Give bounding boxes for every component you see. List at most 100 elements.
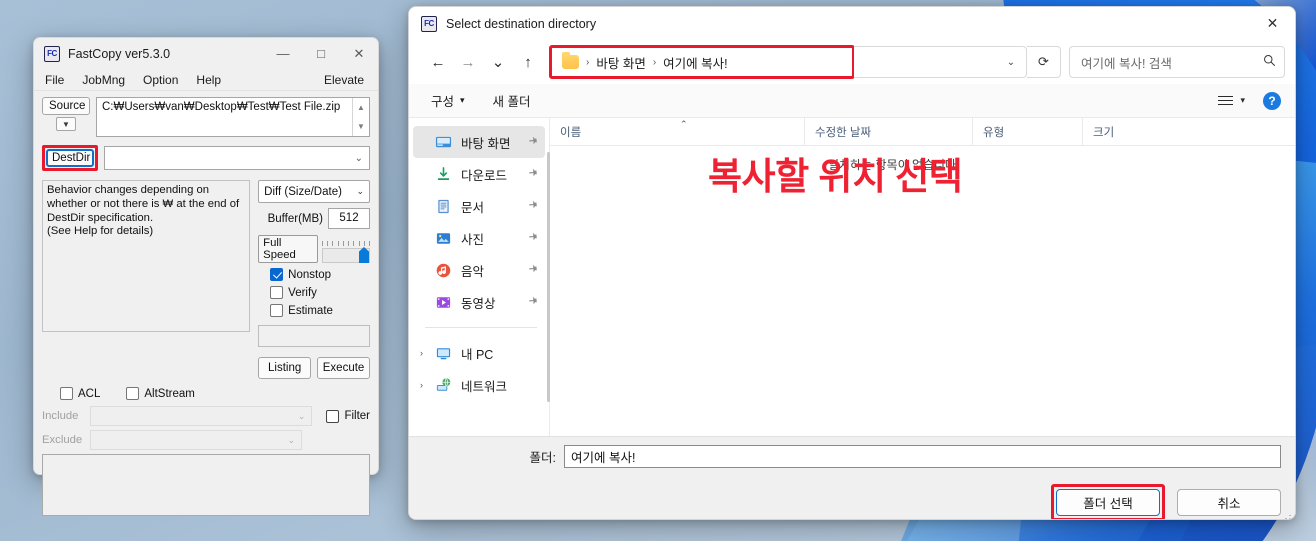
checkbox-box[interactable] — [270, 304, 284, 317]
log-output-area[interactable] — [42, 454, 370, 516]
chevron-right-icon[interactable]: › — [420, 380, 423, 390]
pin-icon[interactable] — [523, 261, 540, 279]
search-input[interactable]: 여기에 복사! 검색 — [1069, 46, 1285, 78]
nonstop-checkbox[interactable]: Nonstop — [270, 268, 370, 281]
pin-icon[interactable] — [523, 293, 540, 311]
view-options-button[interactable]: ▾ — [1212, 91, 1251, 110]
filter-checkbox[interactable]: Filter — [326, 409, 370, 423]
back-button[interactable]: ← — [423, 47, 453, 77]
pin-icon[interactable] — [523, 197, 540, 215]
sidebar-divider — [425, 327, 537, 328]
exclude-input[interactable]: ⌄ — [90, 430, 302, 450]
close-icon[interactable]: ✕ — [1250, 7, 1295, 40]
source-dropdown-caret-icon[interactable]: ▼ — [56, 117, 76, 131]
checkbox-box[interactable] — [270, 286, 284, 299]
menu-option[interactable]: Option — [134, 71, 187, 89]
verify-label: Verify — [288, 286, 317, 299]
altstream-checkbox[interactable]: AltStream — [126, 387, 195, 400]
listing-button[interactable]: Listing — [258, 357, 312, 379]
destdir-help-note: Behavior changes depending on whether or… — [42, 180, 251, 332]
resize-grip[interactable] — [1280, 515, 1291, 519]
search-placeholder: 여기에 복사! 검색 — [1081, 56, 1172, 71]
chevron-down-icon[interactable]: ⌄ — [996, 57, 1026, 68]
fastcopy-window: FC FastCopy ver5.3.0 — □ ✕ File JobMng O… — [33, 37, 379, 516]
acl-checkbox[interactable]: ACL — [60, 387, 100, 400]
sidebar-item-music[interactable]: 음악 — [413, 254, 545, 286]
navigation-bar: ← → ⌄ ↑ › 바탕 화면 › 여기에 복사! ⌄ ⟳ 여기에 복사! 검색 — [409, 40, 1295, 84]
column-header-date[interactable]: 수정한 날짜 — [804, 118, 972, 145]
source-scroll-spinner[interactable]: ▲ ▼ — [352, 98, 369, 136]
destdir-input[interactable]: ⌄ — [104, 146, 370, 170]
checkbox-box[interactable] — [60, 387, 73, 400]
breadcrumb[interactable]: › 바탕 화면 › 여기에 복사! — [552, 48, 852, 76]
recent-locations-button[interactable]: ⌄ — [483, 47, 513, 77]
help-icon[interactable]: ? — [1263, 91, 1281, 110]
select-folder-button[interactable]: 폴더 선택 — [1056, 489, 1160, 516]
sidebar-item-label: 문서 — [461, 200, 485, 215]
spinner-down-icon[interactable]: ▼ — [353, 117, 369, 136]
sidebar-item-pictures[interactable]: 사진 — [413, 222, 545, 254]
destdir-caret-icon[interactable]: ⌄ — [355, 153, 363, 164]
verify-checkbox[interactable]: Verify — [270, 286, 370, 299]
breadcrumb-part-current[interactable]: 여기에 복사! — [663, 53, 727, 72]
source-path-input[interactable]: C:₩Users₩van₩Desktop₩Test₩Test File.zip … — [96, 97, 370, 137]
maximize-button[interactable]: □ — [302, 38, 340, 69]
chevron-right-icon[interactable]: › — [420, 348, 423, 358]
sidebar-item-network[interactable]: › 네트워크 — [413, 369, 545, 401]
copy-mode-select[interactable]: Diff (Size/Date) ⌄ — [258, 180, 370, 203]
sidebar-item-label: 사진 — [461, 232, 485, 247]
column-header-size[interactable]: 크기 — [1082, 118, 1160, 145]
up-button[interactable]: ↑ — [513, 47, 543, 77]
elevate-button[interactable]: Elevate — [312, 71, 376, 89]
chevron-down-icon: ⌄ — [287, 434, 295, 445]
column-header-name[interactable]: 이름 — [550, 118, 804, 145]
menu-jobmng[interactable]: JobMng — [73, 71, 134, 89]
checkbox-box[interactable] — [270, 268, 284, 281]
pin-icon[interactable] — [523, 133, 540, 151]
speed-slider[interactable] — [322, 241, 370, 263]
documents-icon — [435, 198, 452, 215]
speed-row: Full Speed — [258, 235, 370, 263]
file-list-pane: 이름 수정한 날짜 유형 크기 ⌃ 일치하는 항목이 없습니다. 복사할 위치 … — [550, 118, 1295, 436]
organize-menu-button[interactable]: 구성 ▾ — [423, 87, 473, 114]
refresh-icon[interactable]: ⟳ — [1027, 46, 1061, 78]
pin-icon[interactable] — [523, 229, 540, 247]
status-input[interactable] — [258, 325, 370, 347]
sidebar-item-videos[interactable]: 동영상 — [413, 286, 545, 318]
sidebar-item-desktop[interactable]: 바탕 화면 — [413, 126, 545, 158]
downloads-icon — [435, 166, 452, 183]
sidebar-item-label: 음악 — [461, 264, 485, 279]
spinner-up-icon[interactable]: ▲ — [353, 98, 369, 117]
sidebar-item-label: 다운로드 — [461, 168, 508, 183]
estimate-checkbox[interactable]: Estimate — [270, 304, 370, 317]
buffer-input[interactable]: 512 — [328, 208, 370, 229]
forward-button[interactable]: → — [453, 47, 483, 77]
cancel-button[interactable]: 취소 — [1177, 489, 1281, 516]
destdir-button[interactable]: DestDir — [46, 149, 94, 167]
checkbox-box[interactable] — [326, 409, 340, 423]
full-speed-button[interactable]: Full Speed — [258, 235, 319, 263]
acl-row: ACL AltStream — [42, 387, 370, 400]
breadcrumb-part-desktop[interactable]: 바탕 화면 — [596, 53, 645, 72]
menu-help[interactable]: Help — [187, 71, 230, 89]
address-bar-tail[interactable]: ⌄ — [854, 46, 1027, 78]
execute-button[interactable]: Execute — [317, 357, 371, 379]
sidebar-item-downloads[interactable]: 다운로드 — [413, 158, 545, 190]
include-row: Include ⌄ Filter — [42, 406, 370, 426]
column-label: 이름 — [560, 126, 582, 139]
column-header-type[interactable]: 유형 — [972, 118, 1082, 145]
source-button[interactable]: Source — [42, 97, 90, 115]
pin-icon[interactable] — [523, 165, 540, 183]
new-folder-button[interactable]: 새 폴더 — [485, 87, 539, 114]
checkbox-box[interactable] — [126, 387, 140, 400]
include-input[interactable]: ⌄ — [90, 406, 313, 426]
menu-file[interactable]: File — [36, 71, 73, 89]
close-button[interactable]: ✕ — [340, 38, 378, 69]
minimize-button[interactable]: — — [264, 38, 302, 69]
sidebar-item-documents[interactable]: 문서 — [413, 190, 545, 222]
search-icon[interactable] — [1263, 54, 1276, 70]
videos-icon — [435, 294, 452, 311]
column-label: 유형 — [983, 126, 1005, 139]
sidebar-item-this-pc[interactable]: › 내 PC — [413, 337, 545, 369]
folder-name-input[interactable]: 여기에 복사! — [564, 445, 1281, 468]
